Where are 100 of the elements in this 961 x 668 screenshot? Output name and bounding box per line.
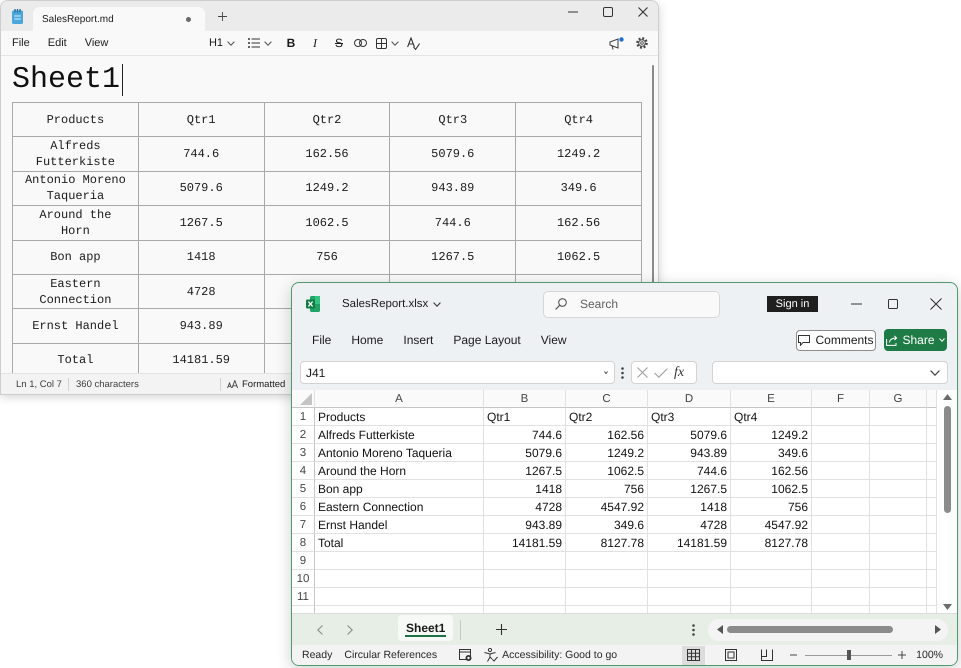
spreadsheet-cell[interactable] (731, 552, 812, 570)
spreadsheet-cell[interactable]: Qtr2 (566, 408, 648, 426)
spreadsheet-cell[interactable] (648, 552, 731, 570)
spreadsheet-cell[interactable]: 5079.6 (484, 444, 566, 462)
spreadsheet-cell[interactable] (812, 588, 870, 606)
spreadsheet-cell[interactable]: 14181.59 (484, 534, 566, 552)
spreadsheet-cell[interactable] (484, 588, 566, 606)
spreadsheet-cell[interactable] (315, 552, 484, 570)
spreadsheet-cell[interactable]: 1418 (648, 498, 731, 516)
spreadsheet-cell[interactable] (812, 534, 870, 552)
spreadsheet-cell[interactable]: Antonio Moreno Taqueria (315, 444, 484, 462)
row-header[interactable]: 4 (292, 462, 315, 480)
normal-view-button[interactable] (682, 646, 706, 664)
row-header[interactable]: 9 (292, 552, 315, 570)
italic-button[interactable]: I (306, 33, 324, 53)
zoom-in-icon[interactable] (898, 651, 906, 659)
spreadsheet-cell[interactable]: Alfreds Futterkiste (315, 426, 484, 444)
row-header[interactable]: 10 (292, 570, 315, 588)
column-header[interactable]: D (648, 390, 731, 408)
spreadsheet-cell[interactable] (812, 480, 870, 498)
ribbon-tab[interactable]: Page Layout (453, 333, 521, 347)
spreadsheet-cell[interactable] (812, 408, 870, 426)
scroll-right-icon[interactable] (935, 625, 941, 634)
sign-in-button[interactable]: Sign in (767, 296, 818, 312)
row-header[interactable]: 6 (292, 498, 315, 516)
more-icon[interactable] (692, 624, 695, 636)
spreadsheet-cell[interactable] (731, 588, 812, 606)
spreadsheet-cell[interactable]: Bon app (315, 480, 484, 498)
spreadsheet-cell[interactable]: 8127.78 (566, 534, 648, 552)
minimize-icon[interactable] (851, 303, 862, 305)
spreadsheet-cell[interactable]: 4728 (484, 498, 566, 516)
horizontal-scrollbar[interactable] (708, 618, 948, 640)
spreadsheet-cell[interactable] (870, 480, 927, 498)
spreadsheet-cell[interactable]: Ernst Handel (315, 516, 484, 534)
maximize-icon[interactable] (603, 7, 613, 17)
spreadsheet-cell[interactable] (484, 552, 566, 570)
spreadsheet-cell[interactable] (812, 426, 870, 444)
column-header[interactable] (927, 390, 937, 408)
spreadsheet-cell[interactable]: 943.89 (484, 516, 566, 534)
spreadsheet-cell[interactable] (870, 588, 927, 606)
spreadsheet-cell[interactable] (566, 552, 648, 570)
spreadsheet-cell[interactable]: 1249.2 (566, 444, 648, 462)
spreadsheet-cell[interactable]: 744.6 (484, 426, 566, 444)
row-header[interactable]: 2 (292, 426, 315, 444)
spreadsheet-cell[interactable]: 349.6 (731, 444, 812, 462)
spreadsheet-cell[interactable]: 756 (566, 480, 648, 498)
heading-dropdown[interactable]: H1 (206, 33, 238, 53)
column-header[interactable]: G (870, 390, 927, 408)
scroll-down-icon[interactable] (942, 604, 952, 610)
spreadsheet-cell[interactable] (870, 408, 927, 426)
accessibility-status[interactable]: Accessibility: Good to go (502, 649, 618, 661)
spreadsheet-cell[interactable]: 162.56 (731, 462, 812, 480)
spreadsheet-cell[interactable]: 8127.78 (731, 534, 812, 552)
spreadsheet-cell[interactable]: Total (315, 534, 484, 552)
file-name-button[interactable]: SalesReport.xlsx (342, 298, 442, 310)
column-header[interactable]: C (566, 390, 648, 408)
spreadsheet-cell[interactable]: 14181.59 (648, 534, 731, 552)
formula-input[interactable] (712, 361, 948, 384)
spreadsheet-cell[interactable] (812, 570, 870, 588)
spreadsheet-cell[interactable]: 1267.5 (648, 480, 731, 498)
spreadsheet-cell[interactable] (870, 516, 927, 534)
settings-icon[interactable] (636, 37, 648, 49)
spreadsheet-cell[interactable] (812, 516, 870, 534)
spreadsheet-cell[interactable] (315, 570, 484, 588)
spreadsheet-cell[interactable] (870, 498, 927, 516)
spreadsheet-cell[interactable] (648, 570, 731, 588)
link-icon[interactable] (354, 39, 367, 47)
chevron-right-icon[interactable] (347, 624, 353, 634)
strikethrough-button[interactable]: S (330, 33, 348, 53)
spreadsheet-cell[interactable]: Qtr1 (484, 408, 566, 426)
spreadsheet-cell[interactable] (812, 552, 870, 570)
column-header[interactable]: A (315, 390, 484, 408)
spreadsheet-cell[interactable] (812, 462, 870, 480)
more-icon[interactable] (621, 366, 624, 378)
maximize-icon[interactable] (888, 299, 898, 309)
document-tab[interactable]: SalesReport.md (33, 7, 205, 31)
spreadsheet-cell[interactable]: 4547.92 (566, 498, 648, 516)
spreadsheet-cell[interactable] (870, 462, 927, 480)
spreadsheet-cell[interactable]: 1418 (484, 480, 566, 498)
bold-button[interactable]: B (282, 33, 300, 53)
column-header[interactable]: F (812, 390, 870, 408)
spreadsheet-cell[interactable] (870, 426, 927, 444)
ribbon-tab[interactable]: Insert (403, 333, 434, 347)
row-header[interactable]: 5 (292, 480, 315, 498)
insert-function-button[interactable]: fx (674, 364, 684, 380)
ribbon-tab[interactable]: Home (351, 333, 384, 347)
close-icon[interactable] (930, 298, 942, 310)
spreadsheet-cell[interactable]: Eastern Connection (315, 498, 484, 516)
spreadsheet-cell[interactable]: 4728 (648, 516, 731, 534)
chevron-left-icon[interactable] (317, 624, 323, 634)
circular-references-status[interactable]: Circular References (344, 649, 438, 661)
spreadsheet-cell[interactable]: 756 (731, 498, 812, 516)
scrollbar-thumb[interactable] (944, 406, 950, 513)
spreadsheet-cell[interactable]: 1267.5 (484, 462, 566, 480)
spreadsheet-cell[interactable] (870, 570, 927, 588)
spreadsheet-cell[interactable] (566, 570, 648, 588)
spreadsheet-cell[interactable] (870, 534, 927, 552)
close-icon[interactable] (638, 7, 648, 17)
comments-button[interactable]: Comments (796, 330, 876, 350)
spreadsheet-cell[interactable] (566, 588, 648, 606)
